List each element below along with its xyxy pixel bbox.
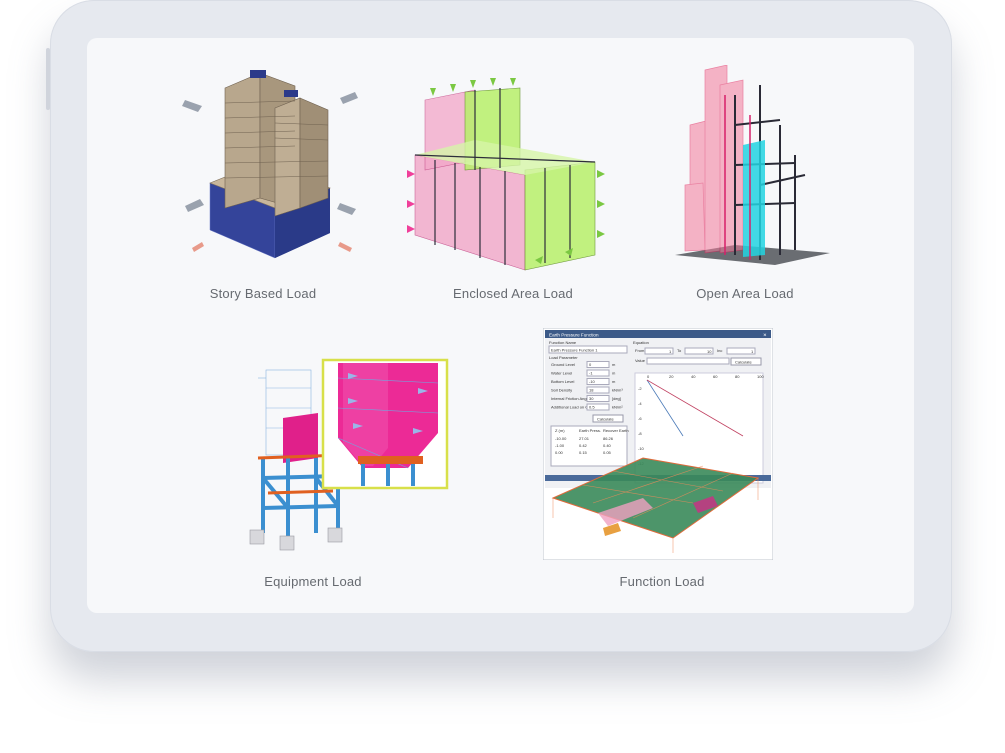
open-area-load-card[interactable] (665, 65, 835, 270)
graph-x-tick: 80 (735, 374, 740, 379)
function-load-label: Function Load (619, 574, 705, 589)
table-header: Earth Press. (579, 428, 601, 433)
table-cell: 0.00 (555, 450, 564, 455)
table-cell: 27.01 (579, 436, 590, 441)
open-area-icon (675, 65, 830, 265)
equipment-load-card[interactable] (238, 358, 453, 558)
param-label: Internal Friction Angle (551, 396, 590, 401)
calculate-button-right: Calculate (735, 360, 752, 365)
graph-x-tick: 100 (757, 374, 764, 379)
param-label: Bottom Level (551, 379, 574, 384)
value-label: Value (635, 358, 646, 363)
graph-y-tick: -10 (638, 446, 645, 451)
story-based-load-card[interactable] (180, 58, 370, 268)
table-cell: -10.00 (555, 436, 567, 441)
equation-label: Equation (633, 340, 649, 345)
function-load-card[interactable]: Earth Pressure Function ✕ Function Name … (543, 328, 773, 560)
story-based-load-label: Story Based Load (209, 286, 317, 301)
open-area-load-label: Open Area Load (696, 286, 794, 301)
to-field: 10 (707, 349, 712, 354)
table-cell: 86.26 (603, 436, 614, 441)
inc-label: Inc (717, 348, 722, 353)
tablet-side-button (46, 48, 50, 110)
param-unit: kN/m² (612, 405, 623, 410)
equipment-load-label: Equipment Load (264, 574, 362, 589)
table-cell: -1.00 (555, 443, 565, 448)
graph-x-tick: 20 (669, 374, 674, 379)
function-chart-icon: Earth Pressure Function ✕ Function Name … (543, 328, 773, 560)
param-unit: kN/m³ (612, 388, 623, 393)
enclosed-area-load-card[interactable] (405, 70, 615, 275)
graph-x-tick: 40 (691, 374, 696, 379)
load-parameter-label: Load Parameter (549, 355, 578, 360)
enclosed-area-icon (407, 78, 605, 271)
param-label: Ground Level (551, 362, 575, 367)
enclosed-area-load-label: Enclosed Area Load (453, 286, 573, 301)
table-header: Z (m) (555, 428, 565, 433)
param-label: Soil Density (551, 388, 572, 393)
table-cell: 0.05 (603, 450, 612, 455)
graph-x-tick: 60 (713, 374, 718, 379)
function-dialog-title: Earth Pressure Function (549, 332, 599, 337)
table-cell: 0.42 (579, 443, 588, 448)
param-value: 18 (589, 388, 594, 393)
story-building-icon (182, 70, 358, 259)
param-value: 30 (589, 396, 594, 401)
from-label: From (635, 348, 645, 353)
table-header: Recover Earth (603, 428, 629, 433)
param-label: Water Level (551, 371, 572, 376)
equipment-icon (249, 358, 449, 551)
table-cell: 0.40 (603, 443, 612, 448)
function-name-field: Earth Pressure Function 1 (551, 348, 598, 353)
param-value: -10 (589, 379, 596, 384)
close-icon: ✕ (763, 332, 767, 337)
calculate-button-left: Calculate (597, 417, 614, 422)
param-value: 0.5 (589, 405, 595, 410)
function-name-label: Function Name (549, 340, 577, 345)
table-cell: 0.15 (579, 450, 588, 455)
param-unit: [deg] (612, 396, 621, 401)
